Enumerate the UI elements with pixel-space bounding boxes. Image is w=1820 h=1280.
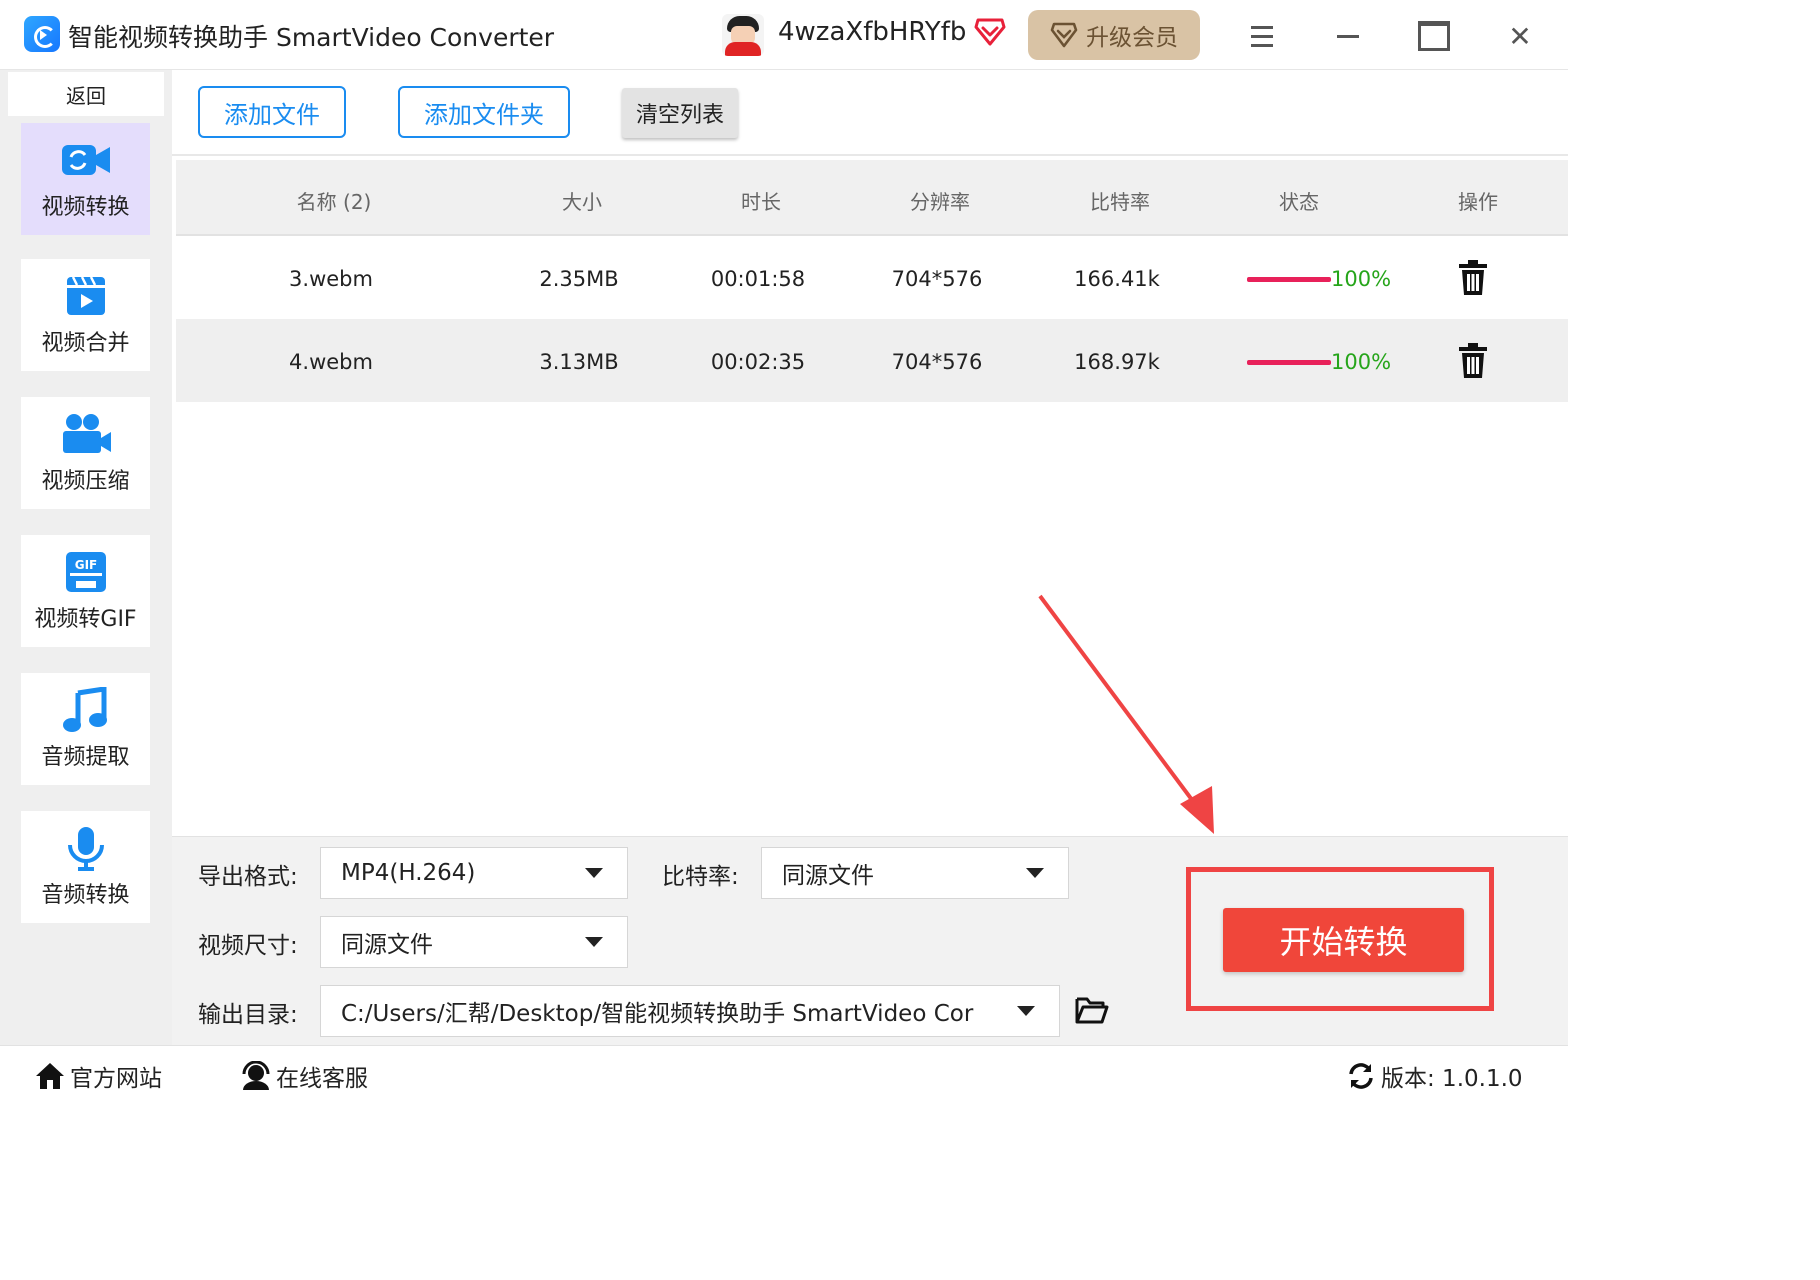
annotation-arrow bbox=[1038, 594, 1214, 834]
bitrate-select[interactable]: 同源文件 bbox=[761, 847, 1069, 899]
column-header-duration[interactable]: 时长 bbox=[741, 186, 781, 215]
format-select-value: MP4(H.264) bbox=[341, 860, 476, 886]
output-dir-select[interactable]: C:/Users/汇帮/Desktop/智能视频转换助手 SmartVideo … bbox=[320, 985, 1060, 1037]
upgrade-vip-label: 升级会员 bbox=[1086, 25, 1178, 51]
video-size-select[interactable]: 同源文件 bbox=[320, 916, 628, 968]
sidebar-item-label: 视频合并 bbox=[41, 331, 130, 356]
maximize-icon[interactable] bbox=[1412, 14, 1456, 58]
column-header-status[interactable]: 状态 bbox=[1279, 186, 1319, 215]
official-website-label: 官方网站 bbox=[70, 1066, 162, 1092]
column-header-action: 操作 bbox=[1458, 190, 1498, 214]
cell-size: 3.13MB bbox=[539, 350, 619, 374]
home-icon bbox=[36, 1063, 64, 1089]
menu-icon[interactable] bbox=[1240, 14, 1284, 58]
chevron-down-icon bbox=[585, 937, 603, 947]
cell-resolution: 704*576 bbox=[891, 350, 983, 374]
sidebar-item-label: 视频压缩 bbox=[41, 469, 130, 494]
version-label: 版本: 1.0.1.0 bbox=[1381, 1066, 1523, 1092]
sidebar-item-video-convert[interactable]: 视频转换 bbox=[21, 123, 150, 235]
music-note-icon bbox=[62, 687, 107, 732]
footer: 官方网站 在线客服 版本: 1.0.1.0 bbox=[0, 1045, 1568, 1103]
format-select[interactable]: MP4(H.264) bbox=[320, 847, 628, 899]
diamond-icon bbox=[1050, 22, 1078, 48]
cell-resolution: 704*576 bbox=[891, 267, 983, 291]
add-folder-button[interactable]: 添加文件夹 bbox=[398, 86, 570, 138]
status-percent: 100% bbox=[1331, 350, 1392, 374]
output-dir-value: C:/Users/汇帮/Desktop/智能视频转换助手 SmartVideo … bbox=[341, 1001, 974, 1027]
sidebar-item-label: 音频提取 bbox=[41, 745, 130, 770]
version-info[interactable]: 版本: 1.0.1.0 bbox=[1345, 1059, 1523, 1093]
clear-list-button[interactable]: 清空列表 bbox=[622, 88, 738, 138]
open-folder-icon[interactable] bbox=[1075, 995, 1109, 1025]
sidebar-item-label: 视频转GIF bbox=[34, 607, 137, 632]
vip-diamond-icon bbox=[974, 18, 1006, 46]
app-title: 智能视频转换助手 SmartVideo Converter bbox=[68, 23, 555, 52]
online-support-link[interactable]: 在线客服 bbox=[240, 1059, 368, 1093]
chevron-down-icon bbox=[1017, 1006, 1035, 1016]
svg-text:GIF: GIF bbox=[74, 558, 97, 572]
file-table: 名称 (2) 大小 时长 分辨率 比特率 状态 操作 3.webm 2.35MB… bbox=[176, 160, 1568, 402]
sidebar-item-label: 音频转换 bbox=[41, 883, 130, 908]
format-label: 导出格式: bbox=[198, 864, 298, 890]
sidebar-item-video-compress[interactable]: 视频压缩 bbox=[21, 397, 150, 509]
status-percent: 100% bbox=[1331, 267, 1392, 291]
upgrade-vip-button[interactable]: 升级会员 bbox=[1028, 10, 1200, 60]
video-size-label: 视频尺寸: bbox=[198, 933, 298, 959]
progress-bar bbox=[1247, 277, 1331, 282]
cell-duration: 00:01:58 bbox=[710, 267, 806, 291]
cell-size: 2.35MB bbox=[539, 267, 619, 291]
cell-duration: 00:02:35 bbox=[710, 350, 806, 374]
minimize-icon[interactable] bbox=[1326, 14, 1370, 58]
chevron-down-icon bbox=[1026, 868, 1044, 878]
sidebar-item-video-to-gif[interactable]: GIF 视频转GIF bbox=[21, 535, 150, 647]
trash-icon[interactable] bbox=[1458, 343, 1488, 379]
column-header-name[interactable]: 名称 (2) bbox=[297, 186, 372, 215]
official-website-link[interactable]: 官方网站 bbox=[34, 1059, 162, 1093]
output-dir-label: 输出目录: bbox=[198, 1002, 298, 1028]
title-bar: 智能视频转换助手 SmartVideo Converter 4wzaXfbHRY… bbox=[0, 0, 1568, 70]
video-size-select-value: 同源文件 bbox=[341, 932, 433, 958]
refresh-icon bbox=[1349, 1063, 1373, 1089]
video-compress-icon bbox=[62, 414, 111, 453]
chevron-down-icon bbox=[585, 868, 603, 878]
cell-bitrate: 168.97k bbox=[1074, 350, 1160, 374]
bitrate-label: 比特率: bbox=[662, 864, 739, 890]
sidebar-item-video-merge[interactable]: 视频合并 bbox=[21, 259, 150, 371]
username: 4wzaXfbHRYfb bbox=[778, 17, 967, 47]
cell-name: 4.webm bbox=[289, 350, 373, 374]
table-row[interactable]: 4.webm 3.13MB 00:02:35 704*576 168.97k 1… bbox=[176, 319, 1568, 402]
cell-name: 3.webm bbox=[289, 267, 373, 291]
progress-bar bbox=[1247, 360, 1331, 365]
table-row[interactable]: 3.webm 2.35MB 00:01:58 704*576 166.41k 1… bbox=[176, 236, 1568, 319]
sidebar-item-label: 视频转换 bbox=[41, 195, 130, 220]
column-header-size[interactable]: 大小 bbox=[562, 186, 602, 215]
avatar[interactable] bbox=[722, 14, 764, 56]
microphone-icon bbox=[67, 827, 104, 871]
app-logo-icon bbox=[24, 16, 60, 52]
sidebar: 返回 视频转换 视频合并 视频压缩 GIF 视频转GIF 音频提取 音频转换 bbox=[0, 70, 172, 1045]
bitrate-select-value: 同源文件 bbox=[782, 863, 874, 889]
sidebar-item-audio-convert[interactable]: 音频转换 bbox=[21, 811, 150, 923]
column-header-resolution[interactable]: 分辨率 bbox=[910, 186, 970, 215]
cell-bitrate: 166.41k bbox=[1074, 267, 1160, 291]
online-support-label: 在线客服 bbox=[276, 1066, 368, 1092]
gif-icon: GIF bbox=[65, 552, 106, 592]
support-agent-icon bbox=[242, 1061, 270, 1090]
toolbar: 添加文件 添加文件夹 清空列表 bbox=[172, 70, 1568, 156]
start-convert-button[interactable]: 开始转换 bbox=[1223, 908, 1464, 972]
table-header: 名称 (2) 大小 时长 分辨率 比特率 状态 操作 bbox=[176, 160, 1568, 236]
sidebar-item-audio-extract[interactable]: 音频提取 bbox=[21, 673, 150, 785]
column-header-bitrate[interactable]: 比特率 bbox=[1090, 186, 1150, 215]
back-button[interactable]: 返回 bbox=[8, 72, 164, 116]
video-merge-icon bbox=[66, 276, 105, 315]
close-icon[interactable]: ✕ bbox=[1498, 14, 1542, 58]
add-file-button[interactable]: 添加文件 bbox=[198, 86, 346, 138]
trash-icon[interactable] bbox=[1458, 260, 1488, 296]
video-convert-icon bbox=[61, 145, 110, 175]
